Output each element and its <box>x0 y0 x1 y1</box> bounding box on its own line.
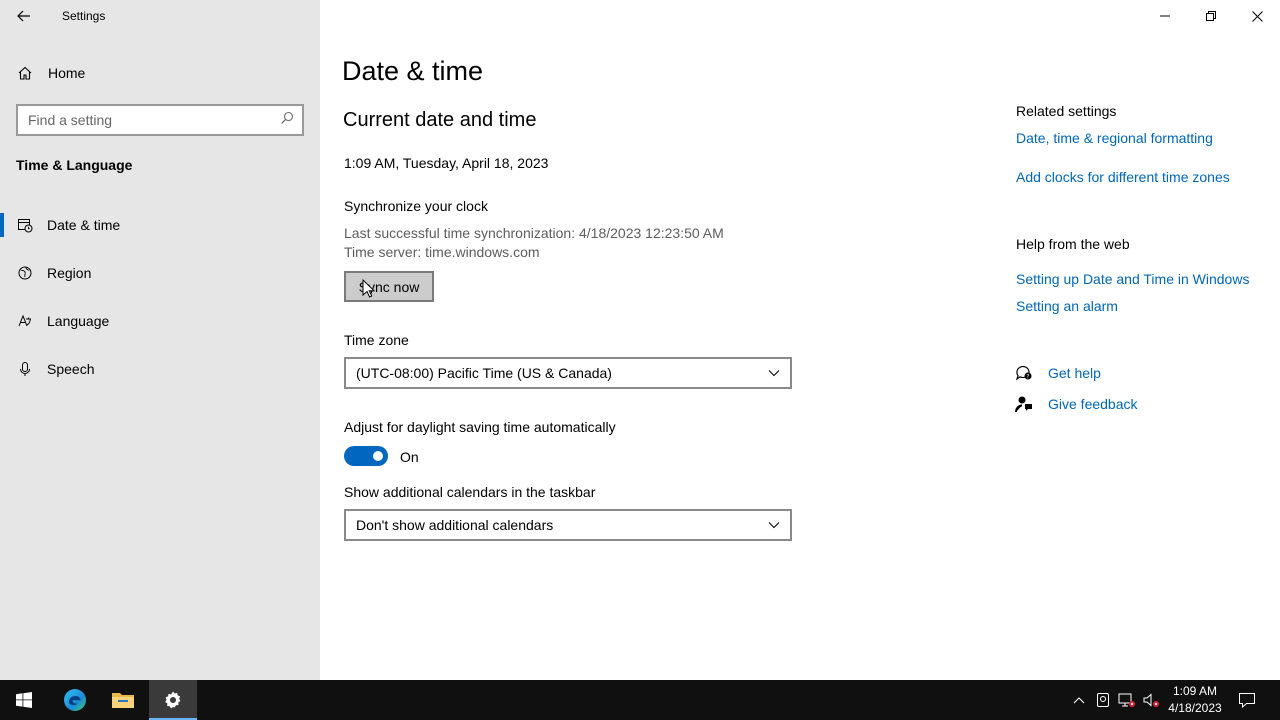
give-feedback-link[interactable]: Give feedback <box>1048 396 1138 412</box>
dst-state-label: On <box>400 449 419 465</box>
taskbar-settings[interactable] <box>149 680 197 720</box>
taskbar-edge[interactable] <box>51 680 99 720</box>
taskbar-file-explorer[interactable] <box>99 680 147 720</box>
get-help-link[interactable]: Get help <box>1048 365 1101 381</box>
network-icon <box>1118 693 1135 707</box>
taskbar-clock[interactable]: 1:09 AM 4/18/2023 <box>1160 683 1230 717</box>
calendars-dropdown[interactable]: Don't show additional calendars <box>344 509 792 541</box>
dst-toggle[interactable] <box>344 446 388 466</box>
svg-text:?: ? <box>1026 374 1029 381</box>
clock-date: 4/18/2023 <box>1168 701 1222 715</box>
chevron-down-icon <box>768 522 780 529</box>
sidebar-item-language[interactable]: Language <box>0 303 320 339</box>
tray-volume[interactable] <box>1141 690 1161 710</box>
notification-icon <box>1239 693 1255 709</box>
section-title: Current date and time <box>343 109 537 131</box>
language-icon <box>16 312 34 330</box>
microphone-icon <box>16 360 34 378</box>
calendars-label: Show additional calendars in the taskbar <box>344 484 596 500</box>
volume-muted-icon <box>1143 693 1159 707</box>
tray-show-hidden[interactable] <box>1069 690 1089 710</box>
link-setting-up-date-time[interactable]: Setting up Date and Time in Windows <box>1016 271 1249 287</box>
tray-network[interactable] <box>1117 690 1137 710</box>
start-button[interactable] <box>0 680 48 720</box>
sidebar-item-home[interactable]: Home <box>0 56 320 90</box>
chevron-up-icon <box>1073 697 1085 704</box>
get-help-icon: ? <box>1015 364 1033 382</box>
sidebar-item-speech[interactable]: Speech <box>0 351 320 387</box>
back-arrow-icon <box>17 10 30 22</box>
last-sync-text: Last successful time synchronization: 4/… <box>344 225 724 241</box>
toggle-knob <box>373 451 383 461</box>
sync-now-button[interactable]: Sync now <box>344 271 434 302</box>
sidebar-item-label: Home <box>48 65 86 81</box>
close-icon <box>1251 10 1263 22</box>
sidebar-item-label: Speech <box>47 361 95 377</box>
dst-label: Adjust for daylight saving time automati… <box>344 419 616 435</box>
folder-icon <box>112 693 134 708</box>
calendars-value: Don't show additional calendars <box>356 517 554 533</box>
sync-heading: Synchronize your clock <box>344 198 488 214</box>
link-regional-formatting[interactable]: Date, time & regional formatting <box>1016 130 1213 146</box>
link-setting-alarm[interactable]: Setting an alarm <box>1016 298 1118 314</box>
search-box <box>16 104 304 136</box>
taskbar: 1:09 AM 4/18/2023 <box>0 680 1280 720</box>
back-button[interactable] <box>8 2 40 30</box>
mouse-cursor-icon <box>362 279 376 298</box>
close-button[interactable] <box>1234 0 1280 32</box>
link-add-clocks[interactable]: Add clocks for different time zones <box>1016 169 1230 185</box>
globe-icon <box>16 264 34 282</box>
sidebar-item-label: Region <box>47 265 92 281</box>
window-title: Settings <box>62 9 106 23</box>
sidebar-item-region[interactable]: Region <box>0 255 320 291</box>
feedback-icon <box>1015 395 1033 413</box>
related-settings-heading: Related settings <box>1016 103 1117 119</box>
sidebar-item-label: Language <box>47 313 110 329</box>
chevron-down-icon <box>768 370 780 377</box>
timezone-value: (UTC-08:00) Pacific Time (US & Canada) <box>356 365 612 381</box>
gear-icon <box>165 691 181 709</box>
restore-button[interactable] <box>1188 0 1234 32</box>
help-web-heading: Help from the web <box>1016 236 1130 252</box>
meet-now-icon <box>1097 693 1109 707</box>
sidebar-item-label: Date & time <box>47 217 121 233</box>
timezone-label: Time zone <box>344 332 409 348</box>
page-title: Date & time <box>342 56 484 86</box>
time-server-text: Time server: time.windows.com <box>344 244 540 260</box>
date-time-icon <box>16 216 34 234</box>
restore-icon <box>1206 11 1216 21</box>
tray-meet-now[interactable] <box>1093 690 1113 710</box>
minimize-button[interactable] <box>1142 0 1188 32</box>
home-icon <box>16 64 34 82</box>
sidebar-item-date-time[interactable]: Date & time <box>0 207 320 243</box>
sidebar: Settings Home Time & Language Date & tim… <box>0 0 320 680</box>
sidebar-section-title: Time & Language <box>16 157 133 173</box>
edge-icon <box>64 689 86 711</box>
timezone-dropdown[interactable]: (UTC-08:00) Pacific Time (US & Canada) <box>344 357 792 389</box>
windows-logo-icon <box>16 692 32 708</box>
current-datetime: 1:09 AM, Tuesday, April 18, 2023 <box>344 155 549 171</box>
minimize-icon <box>1160 15 1170 17</box>
search-icon[interactable] <box>280 111 294 130</box>
action-center-button[interactable] <box>1237 690 1257 710</box>
clock-time: 1:09 AM <box>1172 684 1218 698</box>
search-input[interactable] <box>28 112 280 128</box>
